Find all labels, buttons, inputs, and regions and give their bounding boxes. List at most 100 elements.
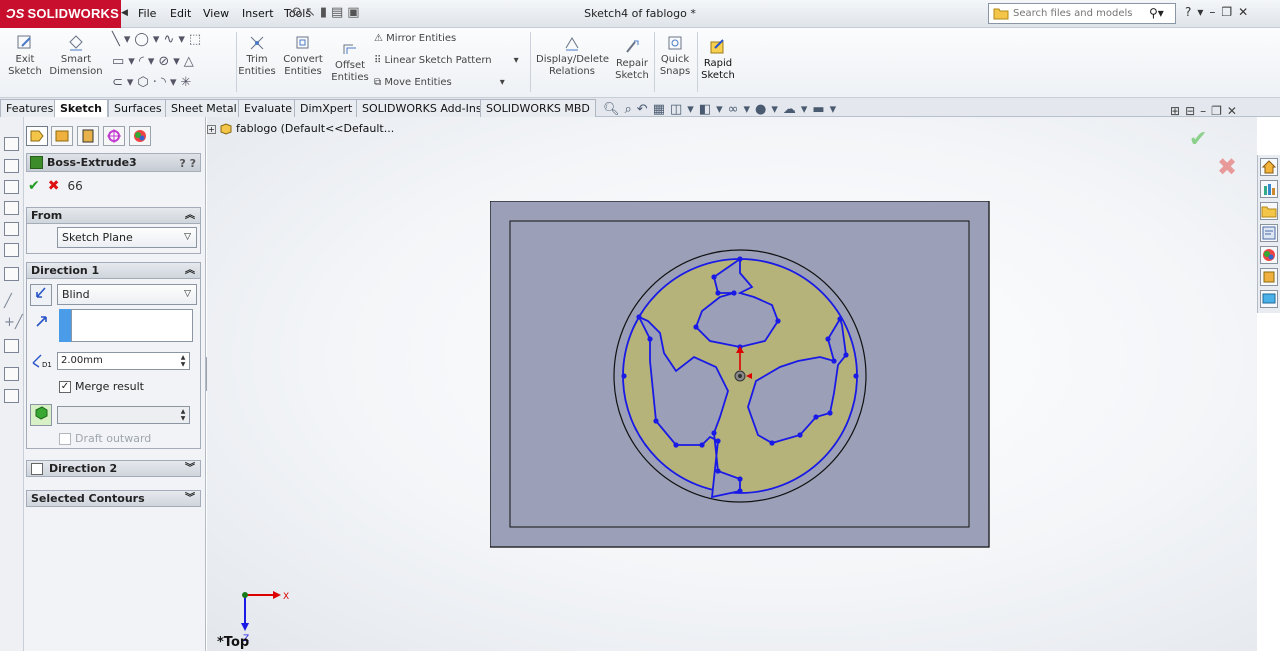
display-style-icon[interactable]: ◧▾ (699, 102, 728, 117)
solidworks-forum-icon[interactable] (1260, 290, 1278, 308)
select-icon[interactable]: ↖ (305, 5, 320, 20)
spline-icon[interactable]: ∿▾ (163, 32, 188, 47)
close-icon[interactable]: ✕ (1238, 5, 1254, 19)
spin-buttons-icon[interactable]: ▲ ▼ (178, 408, 188, 422)
graphics-area[interactable]: + fablogo (Default<<Default... ✔ ✖ X Z *… (207, 117, 1257, 651)
sketch-line-icon[interactable]: ╱ (4, 294, 19, 309)
smart-dimension-button[interactable]: Smart Dimension (48, 34, 104, 78)
view-settings-icon[interactable]: ▬▾ (812, 102, 841, 117)
solidworks-logo[interactable]: ƆS SOLIDWORKS (0, 0, 121, 28)
rebuild-icon[interactable]: ⟲ (290, 5, 305, 20)
direction2-group-header[interactable]: Direction 2 ︾ (26, 460, 201, 477)
move-dropdown-icon[interactable]: ▾ (500, 77, 505, 88)
menu-view[interactable]: View (203, 7, 229, 20)
viewport-expand-icon[interactable]: ⊞ (1170, 104, 1185, 118)
linear-sketch-pattern-button[interactable]: ⠿ Linear Sketch Pattern ▾ (374, 55, 519, 67)
instant3d-icon[interactable] (4, 339, 19, 353)
repair-sketch-button[interactable]: Repair Sketch (612, 38, 652, 82)
line-icon[interactable]: ╲▾ (112, 32, 134, 47)
model-view[interactable] (490, 201, 990, 548)
design-library-icon[interactable] (1260, 180, 1278, 198)
sketch-text-icon[interactable]: ⬚ (189, 32, 205, 47)
draft-on-off-icon[interactable] (30, 404, 52, 426)
confirm-ok-icon[interactable]: ✔ (1189, 127, 1207, 152)
selected-contours-group-header[interactable]: Selected Contours ︾ (26, 490, 201, 507)
display-delete-relations-button[interactable]: Display/Delete Relations (536, 34, 609, 78)
quick-snaps-button[interactable]: Quick Snaps (656, 34, 694, 78)
direction1-group-header[interactable]: Direction 1 ︽ (26, 262, 201, 279)
tab-surfaces[interactable]: Surfaces (108, 99, 168, 117)
configuration-manager-tab-icon[interactable] (77, 126, 99, 146)
from-group-header[interactable]: From ︽ (26, 207, 201, 224)
restore-icon[interactable]: ❐ (1221, 5, 1238, 19)
tab-solidworks-add-ins[interactable]: SOLIDWORKS Add-Ins (356, 99, 488, 117)
zoom-to-fit-icon[interactable]: 🔍︎ (603, 102, 625, 117)
detailed-preview-icon[interactable]: 66 (67, 179, 82, 193)
boundary-boss-icon[interactable] (4, 222, 19, 236)
tab-sheet-metal[interactable]: Sheet Metal (165, 99, 243, 117)
linear-pattern-tool-icon[interactable] (4, 367, 19, 381)
centerline-icon[interactable]: ◝▾ (161, 75, 181, 90)
extruded-boss-icon[interactable] (4, 137, 19, 151)
circle-icon[interactable]: ◯▾ (134, 32, 163, 47)
apply-scene-icon[interactable]: ☁▾ (783, 102, 813, 117)
pattern-dropdown-icon[interactable]: ▾ (514, 55, 519, 66)
view-orientation-icon[interactable]: ◫▾ (670, 102, 699, 117)
move-entities-button[interactable]: ⧉ Move Entities ▾ (374, 77, 505, 89)
revolved-boss-icon[interactable] (4, 159, 19, 173)
tab-evaluate[interactable]: Evaluate (238, 99, 299, 117)
menu-edit[interactable]: Edit (170, 7, 191, 20)
draft-angle-input[interactable]: ▲ ▼ (57, 406, 190, 424)
draft-outward-checkbox[interactable] (59, 433, 71, 445)
viewport-tile-icon[interactable]: ⊟ (1185, 104, 1200, 118)
feature-manager-tab-icon[interactable] (26, 126, 48, 146)
ok-checkmark-icon[interactable]: ✔ (28, 178, 40, 194)
custom-properties-icon[interactable] (1260, 268, 1278, 286)
cancel-x-icon[interactable]: ✖ (48, 178, 60, 194)
viewport-minimize-icon[interactable]: – (1200, 104, 1211, 118)
convert-entities-button[interactable]: Convert Entities (280, 34, 326, 78)
minimize-icon[interactable]: – (1209, 5, 1221, 19)
slot-icon[interactable]: ⊂▾ (112, 75, 137, 90)
exit-sketch-button[interactable]: Exit Sketch (6, 34, 44, 78)
merge-result-checkbox[interactable]: ✓ (59, 381, 71, 393)
menu-expand-arrow-icon[interactable]: ◀ (121, 8, 129, 20)
section-view-icon[interactable]: ▦ (653, 102, 670, 117)
trim-entities-button[interactable]: Trim Entities (238, 34, 276, 78)
property-manager-tab-icon[interactable] (51, 126, 73, 146)
home-icon[interactable] (1260, 158, 1278, 176)
viewport-restore-icon[interactable]: ❐ (1211, 104, 1227, 118)
file-explorer-icon[interactable] (1260, 202, 1278, 220)
viewport-close-icon[interactable]: ✕ (1227, 104, 1242, 118)
point-icon[interactable]: · (153, 75, 161, 90)
zoom-area-icon[interactable]: ⌕ (625, 102, 637, 117)
polygon-icon[interactable]: ⬡ (137, 75, 152, 90)
reference-geometry-icon[interactable]: +╱ (4, 315, 23, 330)
mirror-tool-icon[interactable] (4, 389, 19, 403)
menu-file[interactable]: File (138, 7, 156, 20)
rebuild-traffic-light-icon[interactable]: ▮ (320, 5, 331, 20)
direction-selection-box[interactable] (71, 309, 193, 342)
direction2-checkbox[interactable] (31, 463, 43, 475)
tab-solidworks-mbd[interactable]: SOLIDWORKS MBD (480, 99, 596, 117)
search-box[interactable]: ⚲▾ (988, 3, 1176, 24)
offset-entities-button[interactable]: Offset Entities (330, 40, 370, 84)
display-manager-tab-icon[interactable] (129, 126, 151, 146)
end-condition-select[interactable]: Blind ▽ (57, 284, 197, 305)
file-properties-icon[interactable]: ▤ (331, 5, 347, 20)
search-input[interactable] (1013, 6, 1145, 21)
depth-input[interactable]: 2.00mm ▲ ▼ (57, 352, 190, 370)
extruded-cut-icon[interactable] (4, 243, 19, 257)
swept-boss-icon[interactable] (4, 180, 19, 194)
reverse-direction-icon[interactable] (30, 284, 52, 306)
help-icon-group[interactable]: ? ? (179, 155, 196, 172)
tab-features[interactable]: Features (0, 99, 60, 117)
from-select[interactable]: Sketch Plane ▽ (57, 227, 197, 248)
menu-insert[interactable]: Insert (242, 7, 274, 20)
plane-icon[interactable]: △ (184, 54, 198, 69)
help-icon[interactable]: ?▾ (1185, 5, 1209, 19)
previous-view-icon[interactable]: ↶ (637, 102, 653, 117)
arc-icon[interactable]: ◜▾ (139, 54, 159, 69)
mirror-entities-button[interactable]: ⚠ Mirror Entities (374, 33, 456, 45)
fillet-icon[interactable]: ⊘▾ (158, 54, 183, 69)
